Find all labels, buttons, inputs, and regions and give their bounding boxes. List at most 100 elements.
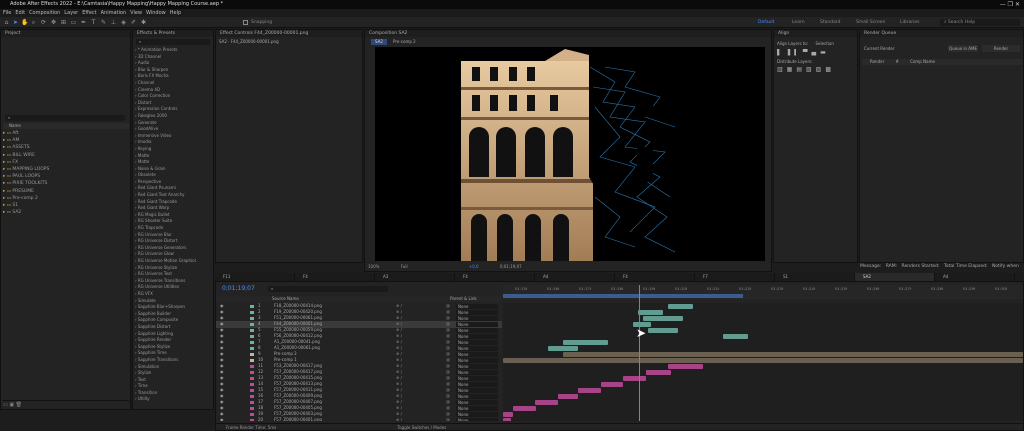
effect-category[interactable]: › RG Universe Glow <box>135 251 213 258</box>
pickwhip-icon[interactable]: @ <box>446 417 450 421</box>
menu-layer[interactable]: Layer <box>64 10 78 16</box>
effect-category[interactable]: › Matte <box>135 153 213 160</box>
effect-category[interactable]: › RG Trapcode <box>135 225 213 232</box>
layer-duration-bar[interactable] <box>601 381 623 387</box>
layer-duration-bar[interactable] <box>648 327 678 333</box>
menu-composition[interactable]: Composition <box>29 10 60 16</box>
text-tool-icon[interactable]: T <box>90 19 97 26</box>
layer-duration-bar[interactable] <box>563 351 1023 357</box>
menu-help[interactable]: Help <box>170 10 181 16</box>
project-name-column[interactable]: Name <box>3 123 129 129</box>
menu-effect[interactable]: Effect <box>82 10 96 16</box>
effect-category[interactable]: › Sapphire Blur+Sharpen <box>135 304 213 311</box>
effect-category[interactable]: › RG Shooter Suite <box>135 218 213 225</box>
parent-dropdown[interactable]: None <box>456 309 498 315</box>
workspace-small-screen[interactable]: Small Screen <box>856 19 885 26</box>
parent-link-column[interactable]: Parent & Link <box>450 296 477 301</box>
menu-file[interactable]: File <box>3 10 11 16</box>
effect-category[interactable]: › Color Correction <box>135 93 213 100</box>
timeline-tab[interactable]: SA2 <box>855 273 935 281</box>
parent-dropdown[interactable]: None <box>456 411 498 417</box>
parent-dropdown[interactable]: None <box>456 417 498 421</box>
shape-tool-icon[interactable]: ▭ <box>70 19 77 26</box>
timeline-tab[interactable]: F4 <box>455 273 535 281</box>
layer-duration-bar[interactable] <box>513 405 536 411</box>
pan-behind-icon[interactable]: ⊞ <box>60 19 67 26</box>
parent-dropdown[interactable]: None <box>456 321 498 327</box>
eraser-tool-icon[interactable]: ◈ <box>120 19 127 26</box>
effect-category[interactable]: › Sapphire Stylize <box>135 344 213 351</box>
effect-category[interactable]: › RG Universe Transitions <box>135 278 213 285</box>
camera-tool-icon[interactable]: ⟳ <box>40 19 47 26</box>
timeline-tab[interactable]: F4 <box>295 273 375 281</box>
zoom-tool-icon[interactable]: ⌕ <box>30 19 37 26</box>
parent-dropdown[interactable]: None <box>456 351 498 357</box>
effect-category[interactable]: › Generate <box>135 120 213 127</box>
effect-category[interactable]: › GoodAlive <box>135 126 213 133</box>
workspace-learn[interactable]: Learn <box>792 19 805 26</box>
window-controls[interactable]: — ❐ ✕ <box>979 0 1024 9</box>
project-item[interactable]: ▸ ▭ SA2 <box>3 209 129 216</box>
effect-category[interactable]: › * Animation Presets <box>135 47 213 54</box>
menu-animation[interactable]: Animation <box>101 10 127 16</box>
project-item[interactable]: ▸ ▭ Pre-comp 2 <box>3 195 129 202</box>
composition-tab[interactable]: Composition SA2 <box>365 30 771 37</box>
pen-tool-icon[interactable]: ✒ <box>80 19 87 26</box>
layer-name[interactable]: F57_Z00000-00401.png <box>274 417 394 421</box>
work-area-bar[interactable] <box>503 294 743 298</box>
timeline-tab[interactable]: S1 <box>775 273 855 281</box>
layer-duration-bar[interactable] <box>668 363 703 369</box>
parent-dropdown[interactable]: None <box>456 387 498 393</box>
layer-duration-bar[interactable] <box>503 417 511 421</box>
home-icon[interactable]: ⌂ <box>3 19 10 26</box>
timeline-ruler[interactable]: 01:15f 01:16f 01:17f 01:18f 01:19f 01:20f 01:2… <box>503 285 1023 299</box>
comp-subtab-sa2[interactable]: SA2 <box>371 39 387 45</box>
parent-dropdown[interactable]: None <box>456 375 498 381</box>
effect-category[interactable]: › Stylize <box>135 370 213 377</box>
timeline-timecode[interactable]: 0;01;19;07 <box>222 285 262 292</box>
label-color-swatch[interactable] <box>250 322 254 326</box>
label-color-swatch[interactable] <box>250 304 254 308</box>
effect-category[interactable]: › Blur & Sharpen <box>135 67 213 74</box>
render-queue-tab[interactable]: Render Queue <box>860 30 1023 37</box>
effect-category[interactable]: › Transition <box>135 390 213 397</box>
distribute-buttons[interactable]: ▥▦▤▧▨▩ <box>777 66 857 74</box>
timeline-layer-row[interactable]: ◉ 20 F57_Z00000-00401.png ⊕ ∕ @ None <box>216 417 502 421</box>
label-color-swatch[interactable] <box>250 382 254 386</box>
layer-duration-bar[interactable] <box>623 375 646 381</box>
effect-category[interactable]: › RG Universe Blur <box>135 232 213 239</box>
parent-dropdown[interactable]: None <box>456 363 498 369</box>
comp-viewer-canvas[interactable] <box>375 47 765 261</box>
comp-subtab-precomp2[interactable]: Pre-comp 2 <box>393 39 429 45</box>
parent-dropdown[interactable]: None <box>456 393 498 399</box>
effect-category[interactable]: › Text <box>135 377 213 384</box>
effect-category[interactable]: › Expression Controls <box>135 106 213 113</box>
parent-dropdown[interactable]: None <box>456 381 498 387</box>
effect-category[interactable]: › Sapphire Distort <box>135 324 213 331</box>
label-color-swatch[interactable] <box>250 352 254 356</box>
effect-category[interactable]: › Sapphire Transitions <box>135 357 213 364</box>
project-item[interactable]: ▸ ▭ PAUL LOOPS <box>3 173 129 180</box>
timeline-tab[interactable]: F4 <box>615 273 695 281</box>
parent-dropdown[interactable]: None <box>456 357 498 363</box>
label-color-swatch[interactable] <box>250 394 254 398</box>
effects-search-input[interactable]: ⌕ <box>136 39 210 45</box>
roto-brush-icon[interactable]: ✐ <box>130 19 137 26</box>
parent-dropdown[interactable]: None <box>456 369 498 375</box>
source-name-column[interactable]: Source Name <box>272 296 299 301</box>
label-color-swatch[interactable] <box>250 340 254 344</box>
effect-category[interactable]: › Simulate <box>135 298 213 305</box>
effect-category[interactable]: › RG Universe Text <box>135 271 213 278</box>
effect-category[interactable]: › Red Giant Trapcode <box>135 199 213 206</box>
parent-dropdown[interactable]: None <box>456 339 498 345</box>
align-to-dropdown[interactable]: Selection <box>815 41 833 46</box>
layer-duration-bar[interactable] <box>558 393 578 399</box>
project-item[interactable]: ▸ ▭ MAPPING LOOPS <box>3 166 129 173</box>
parent-dropdown[interactable]: None <box>456 345 498 351</box>
layer-duration-bar[interactable] <box>563 339 608 345</box>
effect-category[interactable]: › Matte <box>135 159 213 166</box>
effect-category[interactable]: › Audio <box>135 60 213 67</box>
effect-category[interactable]: › Sapphire Lighting <box>135 331 213 338</box>
layer-duration-bar[interactable] <box>503 411 513 417</box>
effect-category[interactable]: › 3D Channel <box>135 54 213 61</box>
